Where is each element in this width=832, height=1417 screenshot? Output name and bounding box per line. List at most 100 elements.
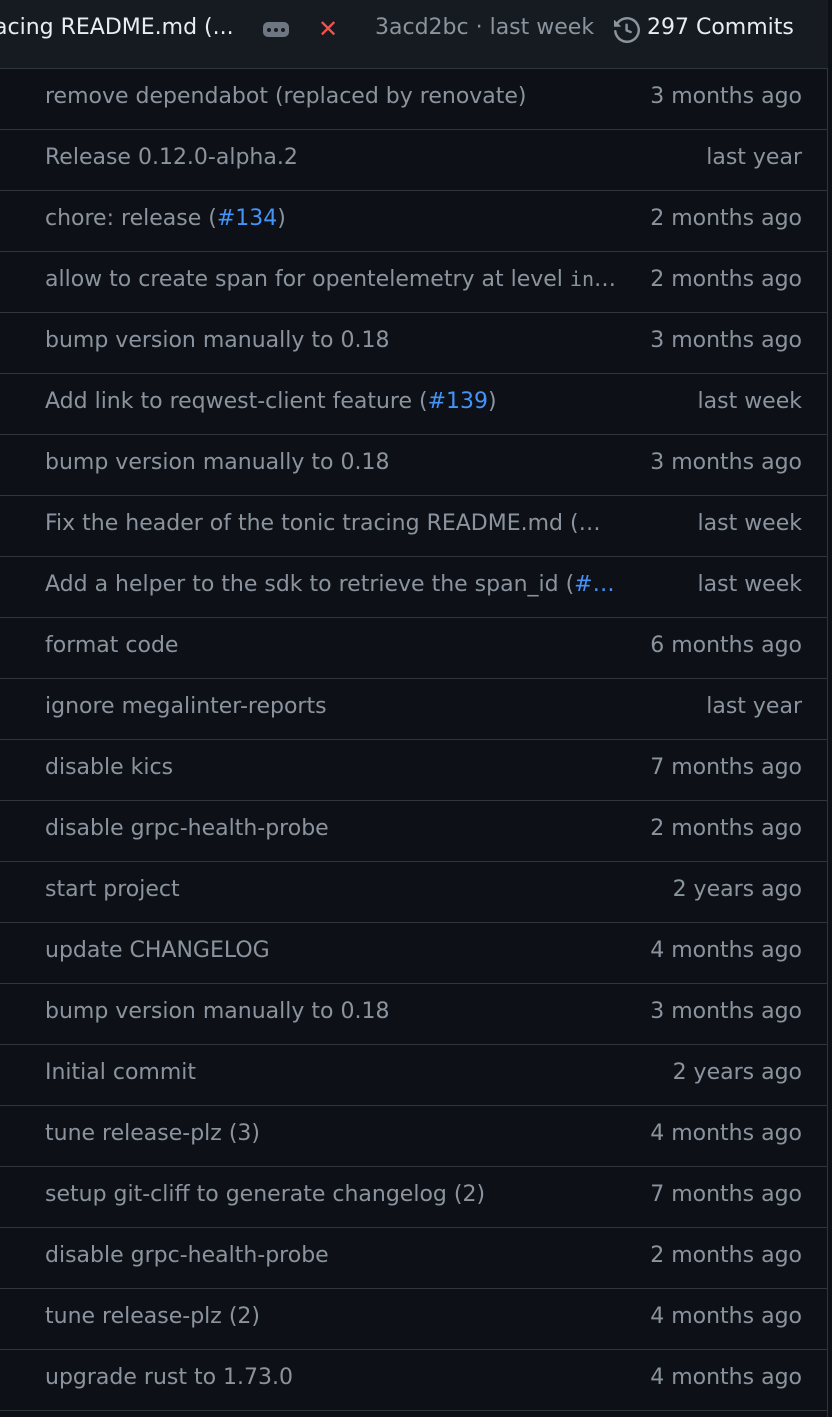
commit-message-text: bump version manually to 0.18 [45, 999, 390, 1024]
commit-message-link[interactable]: update CHANGELOG [45, 938, 623, 963]
commit-message-link[interactable]: chore: release (#134) [45, 206, 623, 231]
commit-message-text: … [594, 267, 617, 292]
commit-message-text: Release 0.12.0-alpha.2 [45, 145, 298, 170]
commit-time: 2 months ago [650, 267, 802, 292]
commit-message-link[interactable]: tune release-plz (3) [45, 1121, 623, 1146]
commit-message-text: Initial commit [45, 1060, 197, 1085]
commit-sha-time[interactable]: 3acd2bc · last week [375, 15, 594, 40]
commit-message-link[interactable]: upgrade rust to 1.73.0 [45, 1365, 623, 1390]
commit-time: 4 months ago [650, 938, 802, 963]
commit-time: 2 years ago [672, 1060, 802, 1085]
table-row: start project 2 years ago [0, 862, 828, 923]
commit-message-link[interactable]: allow to create span for opentelemetry a… [45, 267, 623, 292]
commit-time: 2 months ago [650, 1243, 802, 1268]
table-row: tune release-plz (3) 4 months ago [0, 1106, 828, 1167]
commit-time: 7 months ago [650, 755, 802, 780]
commit-message-text: bump version manually to 0.18 [45, 450, 390, 475]
commits-count-link[interactable]: 297 Commits [647, 15, 794, 40]
table-row: Initial commit 2 years ago [0, 1045, 828, 1106]
pr-link[interactable]: #134 [217, 206, 277, 231]
table-row: disable kics 7 months ago [0, 740, 828, 801]
latest-commit-message[interactable]: acing README.md (... [0, 15, 234, 40]
commit-message-link[interactable]: disable grpc-health-probe [45, 816, 623, 841]
commit-time: 3 months ago [650, 450, 802, 475]
commit-message-link[interactable]: Initial commit [45, 1060, 623, 1085]
table-row: bump version manually to 0.18 3 months ag… [0, 984, 828, 1045]
commit-time: last week [697, 511, 802, 536]
table-row: format code 6 months ago [0, 618, 828, 679]
table-row: upgrade rust to 1.73.0 4 months ago [0, 1350, 828, 1411]
commit-time: 4 months ago [650, 1304, 802, 1329]
commit-message-text: Fix the header of the tonic tracing READ… [45, 511, 601, 536]
table-row: setup git-cliff to generate changelog (2… [0, 1167, 828, 1228]
commit-message-link[interactable]: tune release-plz (2) [45, 1304, 623, 1329]
table-row: allow to create span for opentelemetry a… [0, 252, 828, 313]
commit-message-text: setup git-cliff to generate changelog (2… [45, 1182, 486, 1207]
commit-message-text: ignore megalinter-reports [45, 694, 327, 719]
commit-message-link[interactable]: Add a helper to the sdk to retrieve the … [45, 572, 623, 597]
table-row: remove dependabot (replaced by renovate)… [0, 69, 828, 130]
pr-link[interactable]: #… [574, 572, 614, 597]
commit-time: 2 months ago [650, 206, 802, 231]
commit-message-text: chore: release ( [45, 206, 217, 231]
commit-time: 3 months ago [650, 84, 802, 109]
table-row: Add a helper to the sdk to retrieve the … [0, 557, 828, 618]
commit-time: 2 months ago [650, 816, 802, 841]
commit-message-link[interactable]: bump version manually to 0.18 [45, 999, 623, 1024]
commit-time: last week [697, 389, 802, 414]
table-row: bump version manually to 0.18 3 months ag… [0, 313, 828, 374]
commit-time: last year [706, 145, 802, 170]
table-row: Release 0.12.0-alpha.2 last year [0, 130, 828, 191]
commit-message-link[interactable]: Fix the header of the tonic tracing READ… [45, 511, 623, 536]
commit-message-link[interactable]: remove dependabot (replaced by renovate) [45, 84, 623, 109]
table-row: chore: release (#134) 2 months ago [0, 191, 828, 252]
latest-commit-header: acing README.md (... ✕ 3acd2bc · last we… [0, 0, 828, 69]
commit-message-text: remove dependabot (replaced by renovate) [45, 84, 527, 109]
inline-code: in [569, 267, 595, 291]
commit-message-text: disable kics [45, 755, 174, 780]
commit-message-link[interactable]: Release 0.12.0-alpha.2 [45, 145, 623, 170]
commit-message-link[interactable]: start project [45, 877, 623, 902]
commit-message-link[interactable]: setup git-cliff to generate changelog (2… [45, 1182, 623, 1207]
dot-icon [274, 27, 278, 32]
dot-icon [267, 27, 271, 32]
commit-message-link[interactable]: format code [45, 633, 623, 658]
commit-time: last year [706, 694, 802, 719]
commit-message-text: format code [45, 633, 179, 658]
table-row: update CHANGELOG 4 months ago [0, 923, 828, 984]
x-icon[interactable]: ✕ [318, 14, 338, 44]
commit-message-link[interactable]: bump version manually to 0.18 [45, 328, 623, 353]
commit-message-text: ) [277, 206, 286, 231]
commit-message-link[interactable]: disable grpc-health-probe [45, 1243, 623, 1268]
file-list-panel: acing README.md (... ✕ 3acd2bc · last we… [0, 0, 828, 1417]
table-row: bump version manually to 0.18 3 months ag… [0, 435, 828, 496]
table-row: disable grpc-health-probe 2 months ago [0, 801, 828, 862]
commit-time: last week [697, 572, 802, 597]
pr-link[interactable]: #139 [428, 389, 488, 414]
commit-message-text: Add link to reqwest-client feature ( [45, 389, 428, 414]
commit-message-text: update CHANGELOG [45, 938, 270, 963]
table-row: Fix the header of the tonic tracing READ… [0, 496, 828, 557]
history-icon [614, 17, 640, 43]
commit-message-link[interactable]: ignore megalinter-reports [45, 694, 623, 719]
commit-time: 4 months ago [650, 1121, 802, 1146]
table-row: ignore megalinter-reports last year [0, 679, 828, 740]
expand-commit-message-button[interactable] [263, 22, 289, 37]
commit-time: 3 months ago [650, 328, 802, 353]
commit-message-text: bump version manually to 0.18 [45, 328, 390, 353]
commit-time: 2 years ago [672, 877, 802, 902]
commit-message-text: disable grpc-health-probe [45, 816, 329, 841]
table-row: Add link to reqwest-client feature (#139… [0, 374, 828, 435]
commit-time: 6 months ago [650, 633, 802, 658]
commit-message-text: Add a helper to the sdk to retrieve the … [45, 572, 575, 597]
table-row: tune release-plz (2) 4 months ago [0, 1289, 828, 1350]
commit-message-link[interactable]: Add link to reqwest-client feature (#139… [45, 389, 623, 414]
commit-message-text: allow to create span for opentelemetry a… [45, 267, 570, 292]
commit-message-text: tune release-plz (2) [45, 1304, 260, 1329]
commit-message-text: disable grpc-health-probe [45, 1243, 329, 1268]
commit-message-link[interactable]: disable kics [45, 755, 623, 780]
commit-time: 3 months ago [650, 999, 802, 1024]
commit-message-text: upgrade rust to 1.73.0 [45, 1365, 294, 1390]
dot-icon [281, 27, 285, 32]
commit-message-link[interactable]: bump version manually to 0.18 [45, 450, 623, 475]
